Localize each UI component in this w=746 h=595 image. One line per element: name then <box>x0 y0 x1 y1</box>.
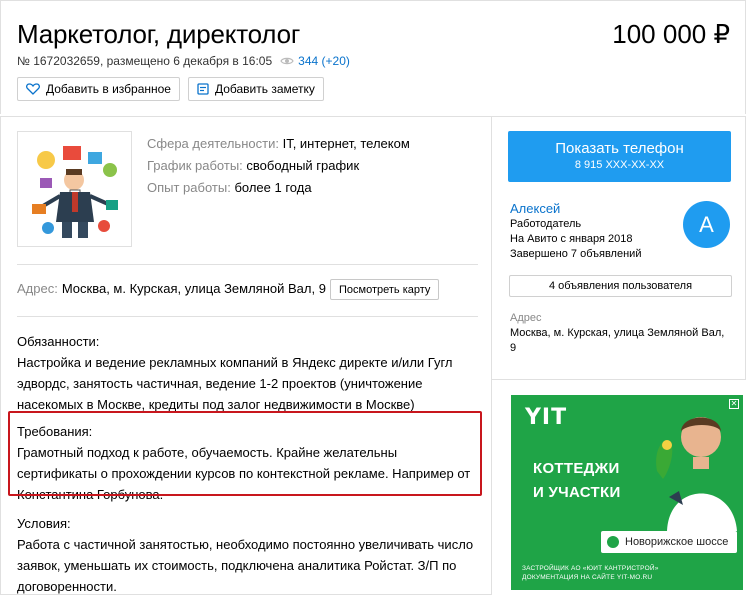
ad-banner[interactable]: YIT ✕ КОТТЕДЖИ И УЧАСТКИ Новорижское шос… <box>511 395 743 590</box>
duties-text: Настройка и ведение рекламных компаний в… <box>17 355 453 412</box>
banner-disclaimer: ЗАСТРОЙЩИК АО «ЮИТ КАНТРИСТРОЙ» ДОКУМЕНТ… <box>522 564 659 582</box>
listing-actions: Добавить в избранное Добавить заметку <box>17 77 324 101</box>
show-phone-button[interactable]: Показать телефон 8 915 XXX-XX-XX <box>508 131 731 182</box>
property-row: График работы: свободный график <box>147 155 410 177</box>
conditions-text: Работа с частичной занятостью, необходим… <box>17 537 474 594</box>
address-label: Адрес: <box>17 281 58 296</box>
banner-person-image <box>656 417 737 531</box>
property-label: Опыт работы: <box>147 180 231 195</box>
show-phone-label: Показать телефон <box>555 140 684 157</box>
map-pin-icon <box>607 536 619 548</box>
eye-icon <box>280 56 294 66</box>
heart-icon <box>26 83 40 95</box>
seller-since: На Авито с января 2018 <box>510 233 633 245</box>
banner-disclaimer-line: ЗАСТРОЙЩИК АО «ЮИТ КАНТРИСТРОЙ» <box>522 565 659 572</box>
job-properties: Сфера деятельности: IT, интернет, телеко… <box>147 133 410 199</box>
conditions-title: Условия: <box>17 516 71 531</box>
note-icon <box>197 83 209 95</box>
seller-completed: Завершено 7 объявлений <box>510 248 642 260</box>
property-row: Сфера деятельности: IT, интернет, телеко… <box>147 133 410 155</box>
marketer-illustration <box>18 132 131 246</box>
add-favorite-label: Добавить в избранное <box>46 82 171 96</box>
banner-disclaimer-line: ДОКУМЕНТАЦИЯ НА САЙТЕ YIT-MO.RU <box>522 574 653 581</box>
add-favorite-button[interactable]: Добавить в избранное <box>17 77 180 101</box>
listing-photo[interactable] <box>17 131 132 247</box>
listing-price: 100 000 ₽ <box>612 19 730 49</box>
seller-role: Работодатель <box>510 218 582 230</box>
location-chip[interactable]: Новорижское шоссе <box>601 531 737 553</box>
seller-ads-button[interactable]: 4 объявления пользователя <box>509 275 732 297</box>
property-value: более 1 года <box>234 180 312 195</box>
requirements-highlight <box>8 411 482 496</box>
add-note-button[interactable]: Добавить заметку <box>187 77 324 101</box>
section-divider <box>17 264 478 265</box>
seller-address-label: Адрес <box>510 312 542 324</box>
property-value: свободный график <box>246 158 360 173</box>
property-label: Сфера деятельности: <box>147 136 279 151</box>
banner-location: Новорижское шоссе <box>625 536 729 548</box>
avatar[interactable]: A <box>683 201 730 248</box>
banner-headline: КОТТЕДЖИ И УЧАСТКИ <box>533 457 621 505</box>
add-note-label: Добавить заметку <box>214 82 315 96</box>
seller-info: Алексей Работодатель На Авито с января 2… <box>510 201 641 262</box>
show-map-button[interactable]: Посмотреть карту <box>330 279 440 300</box>
address-value: Москва, м. Курская, улица Земляной Вал, … <box>61 281 326 296</box>
section-divider <box>17 316 478 317</box>
phone-number-masked: 8 915 XXX-XX-XX <box>574 159 665 171</box>
listing-id-date: № 1672032659, размещено 6 декабря в 16:0… <box>17 54 273 68</box>
banner-headline-line: КОТТЕДЖИ <box>533 460 620 477</box>
views-count[interactable]: 344 (+20) <box>298 54 350 68</box>
property-value: IT, интернет, телеком <box>282 136 410 151</box>
banner-headline-line: И УЧАСТКИ <box>533 484 621 501</box>
seller-address-value: Москва, м. Курская, улица Земляной Вал, … <box>510 327 725 354</box>
seller-name[interactable]: Алексей <box>510 201 641 217</box>
address-row: Адрес: Москва, м. Курская, улица Земляно… <box>17 281 326 296</box>
property-label: График работы: <box>147 158 243 173</box>
seller-address: Адрес Москва, м. Курская, улица Земляной… <box>510 311 730 356</box>
listing-title: Маркетолог, директолог <box>17 19 301 49</box>
banner-logo: YIT <box>525 405 568 430</box>
property-row: Опыт работы: более 1 года <box>147 177 410 199</box>
listing-meta: № 1672032659, размещено 6 декабря в 16:0… <box>17 54 350 68</box>
duties-title: Обязанности: <box>17 334 100 349</box>
